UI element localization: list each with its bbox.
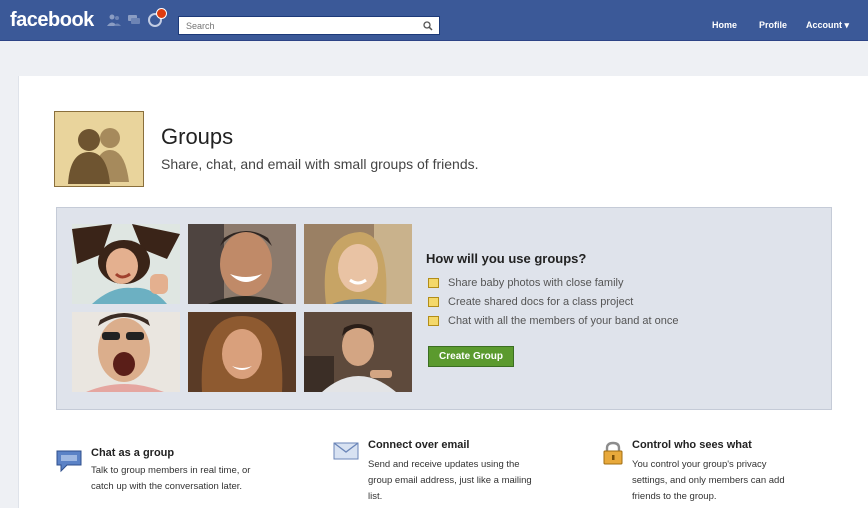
feature-title: Chat as a group	[91, 447, 175, 459]
page-title: Groups	[161, 124, 234, 149]
member-photo	[188, 224, 296, 304]
top-bar: facebook Home Profile Account ▾	[0, 0, 868, 41]
nav-home-link[interactable]: Home	[712, 20, 737, 30]
promo-heading: How will you use groups?	[426, 251, 587, 266]
member-photo	[72, 224, 180, 304]
feature-title: Connect over email	[368, 439, 470, 451]
nav-profile-link[interactable]: Profile	[759, 20, 787, 30]
member-photo	[188, 312, 296, 392]
feature-description-line: list.	[368, 491, 383, 502]
friend-requests-icon[interactable]	[107, 13, 121, 27]
feature-description-line: Talk to group members in real time, or	[91, 465, 251, 476]
feature-description: Talk to group members in real time, or c…	[91, 463, 250, 495]
use-case-text: Share baby photos with close family	[448, 277, 624, 289]
feature-description-line: friends to the group.	[632, 491, 717, 502]
groups-icon	[54, 111, 144, 187]
create-group-button[interactable]: Create Group	[428, 346, 514, 367]
idea-icon	[428, 316, 439, 326]
chat-bubble-icon	[55, 449, 83, 478]
feature-description-line: settings, and only members can add	[632, 475, 785, 486]
feature-description: You control your group's privacy setting…	[632, 457, 785, 505]
use-case-text: Create shared docs for a class project	[448, 296, 634, 308]
page-subtitle: Share, chat, and email with small groups…	[161, 156, 479, 172]
feature-description-line: Send and receive updates using the	[368, 459, 520, 470]
feature-description-line: You control your group's privacy	[632, 459, 767, 470]
idea-icon	[428, 278, 439, 288]
nav-account-menu[interactable]: Account ▾	[806, 20, 849, 31]
member-photo	[72, 312, 180, 392]
search-box	[178, 16, 440, 35]
feature-description-line: group email address, just like a mailing	[368, 475, 532, 486]
messages-icon[interactable]	[127, 13, 141, 27]
feature-title: Control who sees what	[632, 439, 752, 451]
envelope-icon	[333, 441, 359, 466]
notifications-icon[interactable]	[148, 8, 167, 27]
lock-icon	[601, 441, 625, 470]
use-case-text: Chat with all the members of your band a…	[448, 315, 679, 327]
facebook-logo[interactable]: facebook	[10, 9, 94, 32]
search-input[interactable]	[179, 17, 415, 34]
member-photo	[304, 224, 412, 304]
search-icon[interactable]	[419, 18, 437, 33]
member-photo	[304, 312, 412, 392]
notification-badge	[156, 8, 167, 19]
idea-icon	[428, 297, 439, 307]
feature-description-line: catch up with the conversation later.	[91, 481, 243, 492]
feature-description: Send and receive updates using the group…	[368, 457, 532, 505]
